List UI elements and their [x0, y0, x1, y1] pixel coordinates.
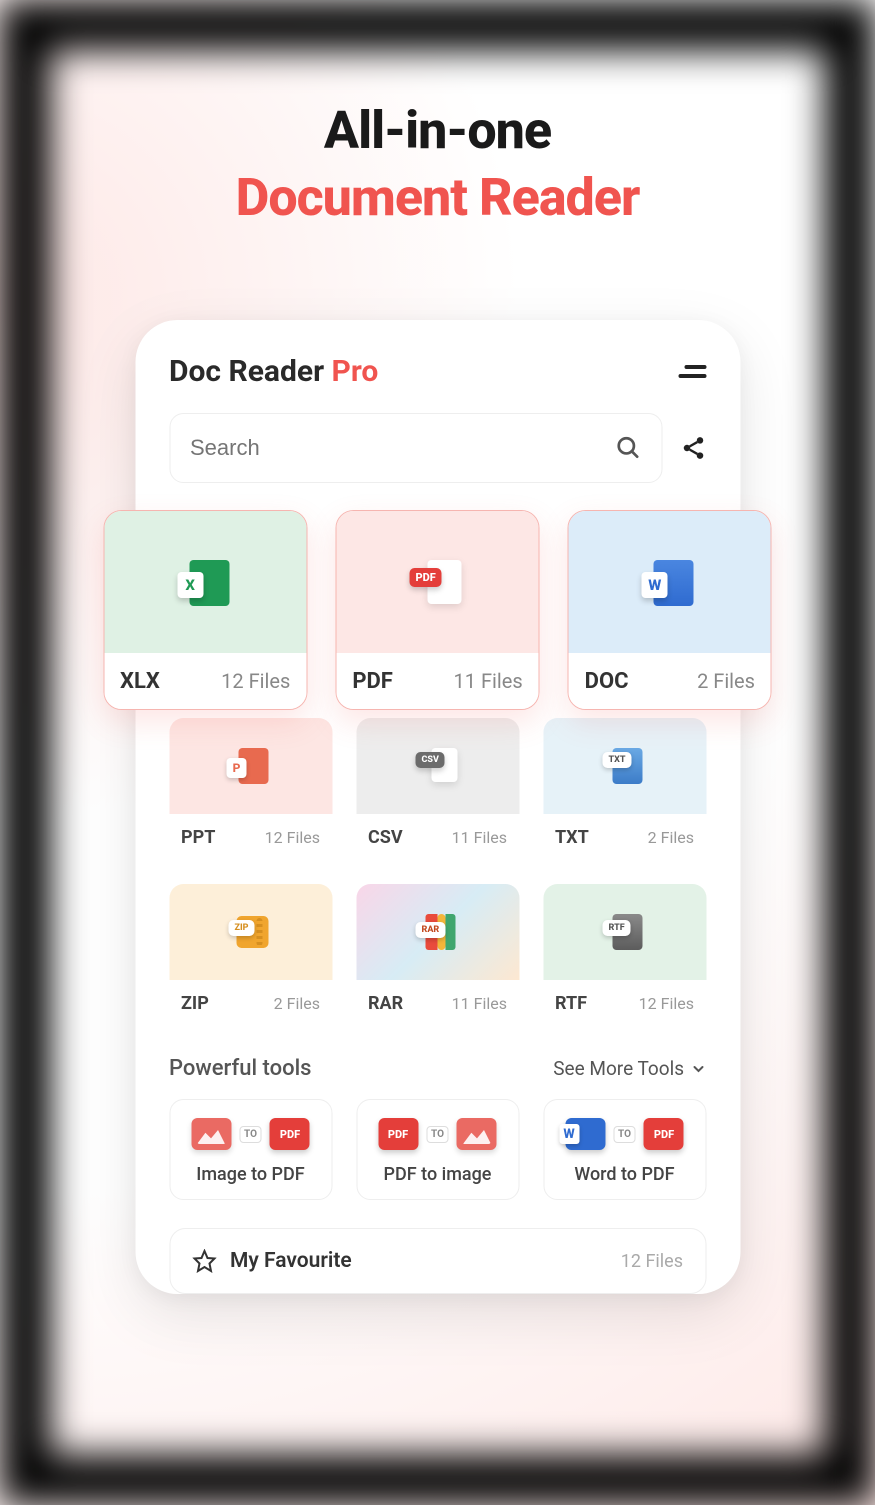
category-count: 2 Files [697, 669, 755, 693]
category-doc[interactable]: W DOC 2 Files [568, 510, 772, 710]
to-badge: TO [426, 1126, 449, 1143]
zip-icon: ZIP [229, 910, 273, 954]
pdf-mini-icon: PDF [378, 1118, 418, 1150]
search-icon[interactable] [615, 435, 641, 461]
category-name: ZIP [181, 993, 209, 1014]
see-more-label: See More Tools [553, 1057, 684, 1080]
app-title-base: Doc Reader [169, 354, 332, 389]
category-count: 11 Files [452, 994, 507, 1013]
word-mini-icon [565, 1118, 605, 1150]
tool-label: Word to PDF [574, 1164, 674, 1185]
category-rtf[interactable]: RTF RTF 12 Files [543, 884, 706, 1026]
tools-title: Powerful tools [169, 1056, 312, 1081]
image-icon [191, 1118, 231, 1150]
chevron-down-icon [690, 1061, 706, 1077]
rar-icon: RAR [416, 910, 460, 954]
category-count: 11 Files [454, 669, 523, 693]
category-count: 12 Files [221, 669, 290, 693]
big-category-row: X XLX 12 Files PDF PDF 11 Files [103, 510, 772, 710]
share-icon[interactable] [680, 435, 706, 461]
tool-word-to-pdf[interactable]: TO PDF Word to PDF [543, 1099, 706, 1200]
category-xlx[interactable]: X XLX 12 Files [103, 510, 307, 710]
app-screen: Doc Reader Pro X XLX12 Files [135, 320, 740, 1294]
category-name: XLX [120, 669, 160, 694]
tool-pdf-to-image[interactable]: PDF TO PDF to image [356, 1099, 519, 1200]
category-count: 2 Files [648, 828, 694, 847]
category-count: 11 Files [452, 828, 507, 847]
category-name: RAR [368, 993, 403, 1014]
my-favourite-card[interactable]: My Favourite 12 Files [169, 1228, 706, 1294]
csv-icon: CSV [416, 744, 460, 788]
category-txt[interactable]: TXT TXT 2 Files [543, 718, 706, 860]
app-title: Doc Reader Pro [169, 354, 378, 389]
category-name: CSV [368, 827, 403, 848]
category-rar[interactable]: RAR RAR 11 Files [356, 884, 519, 1026]
category-name: DOC [585, 669, 629, 694]
category-pdf[interactable]: PDF PDF 11 Files [335, 510, 539, 710]
small-category-grid: P PPT 12 Files CSV CSV 11 Files [169, 718, 706, 1026]
search-input[interactable] [190, 435, 615, 461]
tool-label: PDF to image [384, 1164, 492, 1185]
to-badge: TO [613, 1126, 636, 1143]
favourite-count: 12 Files [621, 1251, 683, 1272]
pdf-mini-icon: PDF [270, 1118, 310, 1150]
category-count: 12 Files [639, 994, 694, 1013]
category-name: PDF [352, 669, 393, 694]
category-count: 12 Files [265, 828, 320, 847]
doc-icon: W [642, 554, 698, 610]
tools-header: Powerful tools See More Tools [169, 1056, 706, 1081]
headline-line2: Document Reader [50, 167, 825, 228]
pdf-art: PDF [336, 511, 538, 653]
category-count: 2 Files [274, 994, 320, 1013]
category-ppt[interactable]: P PPT 12 Files [169, 718, 332, 860]
category-name: RTF [555, 993, 587, 1014]
menu-icon[interactable] [680, 362, 706, 382]
ppt-icon: P [229, 744, 273, 788]
marketing-headline: All-in-one Document Reader [50, 100, 825, 228]
tools-row: TO PDF Image to PDF PDF TO PDF to image … [169, 1099, 706, 1200]
rtf-icon: RTF [603, 910, 647, 954]
doc-art: W [569, 511, 771, 653]
image-icon [457, 1118, 497, 1150]
category-zip[interactable]: ZIP ZIP 2 Files [169, 884, 332, 1026]
tool-label: Image to PDF [196, 1164, 304, 1185]
category-csv[interactable]: CSV CSV 11 Files [356, 718, 519, 860]
category-name: PPT [181, 827, 215, 848]
to-badge: TO [239, 1126, 262, 1143]
tool-image-to-pdf[interactable]: TO PDF Image to PDF [169, 1099, 332, 1200]
star-icon [192, 1249, 216, 1273]
category-name: TXT [555, 827, 589, 848]
pdf-icon: PDF [409, 554, 465, 610]
txt-icon: TXT [603, 744, 647, 788]
see-more-tools[interactable]: See More Tools [553, 1057, 706, 1080]
headline-line1: All-in-one [50, 100, 825, 161]
favourite-title: My Favourite [230, 1249, 352, 1273]
xlx-art: X [104, 511, 306, 653]
search-box[interactable] [169, 413, 662, 483]
xlx-icon: X [177, 554, 233, 610]
app-title-pro: Pro [332, 354, 379, 389]
pdf-mini-icon: PDF [644, 1118, 684, 1150]
